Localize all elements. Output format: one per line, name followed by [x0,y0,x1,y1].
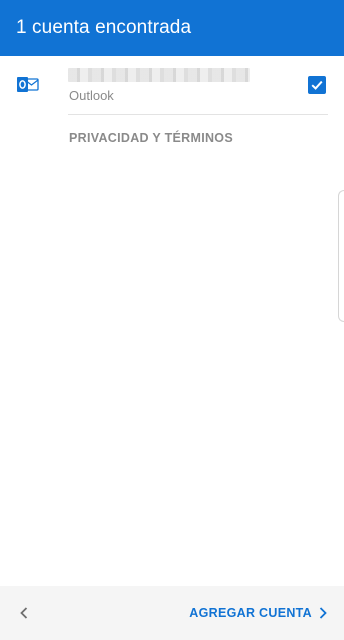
account-email [68,68,250,82]
chevron-right-icon [318,606,328,620]
chevron-left-icon [20,607,28,619]
divider [68,114,328,115]
add-account-button[interactable]: AGREGAR CUENTA [189,599,328,627]
privacy-terms-link[interactable]: PRIVACIDAD Y TÉRMINOS [69,131,233,145]
bottom-bar: AGREGAR CUENTA [0,586,344,640]
account-list-item[interactable]: Outlook [0,66,344,116]
back-button[interactable] [10,599,38,627]
checkmark-icon [311,80,323,90]
add-account-label: AGREGAR CUENTA [189,606,312,620]
account-checkbox[interactable] [308,76,326,94]
edge-panel-handle[interactable] [338,190,344,322]
page-title: 1 cuenta encontrada [16,17,192,38]
add-account-screen: 1 cuenta encontrada Outlook PRIVACIDAD Y… [0,0,344,640]
outlook-icon [17,77,39,92]
app-header: 1 cuenta encontrada [0,0,344,56]
account-provider: Outlook [69,88,114,103]
